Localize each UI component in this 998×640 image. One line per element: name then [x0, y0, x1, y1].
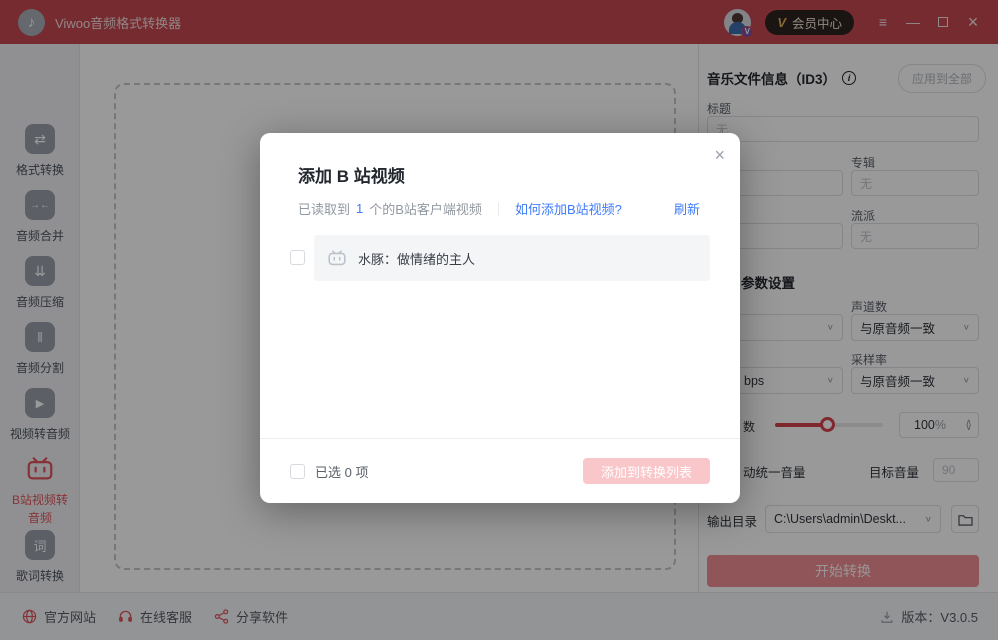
dialog-close-icon[interactable]: × — [714, 146, 725, 164]
video-row-checkbox[interactable] — [290, 250, 305, 265]
video-list-item[interactable]: 水豚：做情绪的主人 — [314, 235, 710, 281]
refresh-link[interactable]: 刷新 — [674, 199, 700, 218]
bilibili-tv-icon — [326, 247, 348, 269]
select-all-checkbox[interactable] — [290, 464, 305, 479]
read-count-prefix: 已读取到 — [298, 199, 350, 218]
read-count-number: 1 — [356, 201, 363, 216]
selected-count-label: 已选 0 项 — [315, 462, 368, 481]
video-title: 水豚：做情绪的主人 — [358, 249, 475, 268]
howto-add-link[interactable]: 如何添加B站视频? — [515, 199, 622, 218]
read-count-suffix: 个的B站客户端视频 — [369, 199, 482, 218]
dialog-footer: 已选 0 项 添加到转换列表 — [260, 438, 740, 503]
separator: ｜ — [492, 199, 505, 218]
dialog-title: 添加 B 站视频 — [298, 162, 405, 187]
add-to-convert-list-button[interactable]: 添加到转换列表 — [583, 458, 710, 484]
add-bilibili-video-dialog: × 添加 B 站视频 已读取到 1 个的B站客户端视频 ｜ 如何添加B站视频? … — [260, 133, 740, 503]
app-window: ♪ Viwoo音频格式转换器 V V 会员中心 ≡ — × — [0, 0, 998, 640]
